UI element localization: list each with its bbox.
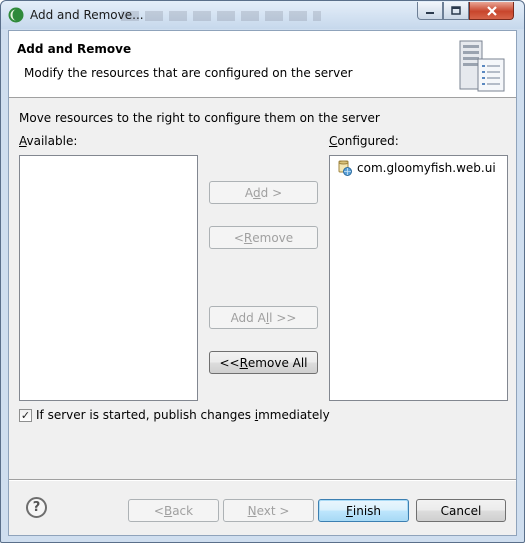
server-wizard-icon [459, 40, 505, 92]
dialog-window: Add and Remove... Add and Remove Modify … [0, 0, 525, 543]
finish-button[interactable]: Finish [318, 499, 409, 522]
remove-button[interactable]: < Remove [209, 226, 318, 249]
page-description: Modify the resources that are configured… [24, 66, 353, 80]
configured-resources-list[interactable]: com.gloomyfish.web.ui [329, 155, 508, 401]
maximize-icon [451, 6, 461, 15]
remove-all-button[interactable]: << Remove All [209, 351, 318, 374]
configured-label: Configured: [329, 134, 399, 148]
dialog-content: Add and Remove Modify the resources that… [8, 30, 517, 536]
add-all-button[interactable]: Add All >> [209, 306, 318, 329]
next-button[interactable]: Next > [223, 499, 314, 522]
instruction-text: Move resources to the right to configure… [19, 111, 380, 125]
title-bar[interactable]: Add and Remove... [1, 1, 524, 29]
add-button[interactable]: Add > [209, 181, 318, 204]
web-project-icon [338, 160, 352, 176]
eclipse-app-icon [8, 7, 24, 23]
back-button[interactable]: < Back [128, 499, 219, 522]
minimize-button[interactable] [417, 2, 443, 20]
publish-immediately-option[interactable]: ✓ If server is started, publish changes … [19, 408, 330, 422]
publish-immediately-label: If server is started, publish changes im… [36, 408, 330, 422]
page-title: Add and Remove [17, 42, 132, 56]
configured-resource-item[interactable]: com.gloomyfish.web.ui [336, 159, 496, 177]
available-resources-list[interactable] [19, 155, 198, 401]
title-bar-background-blur [121, 11, 321, 21]
maximize-button[interactable] [443, 2, 469, 20]
close-window-button[interactable] [469, 2, 514, 20]
cancel-button[interactable]: Cancel [416, 499, 506, 522]
footer-separator [9, 479, 516, 481]
help-button[interactable]: ? [26, 497, 47, 518]
wizard-header: Add and Remove Modify the resources that… [9, 31, 516, 98]
available-label: Available: [19, 134, 78, 148]
resource-label: com.gloomyfish.web.ui [357, 161, 496, 175]
publish-immediately-checkbox[interactable]: ✓ [19, 408, 32, 422]
minimize-icon [426, 11, 434, 14]
close-icon [486, 5, 497, 16]
help-icon: ? [32, 500, 41, 515]
